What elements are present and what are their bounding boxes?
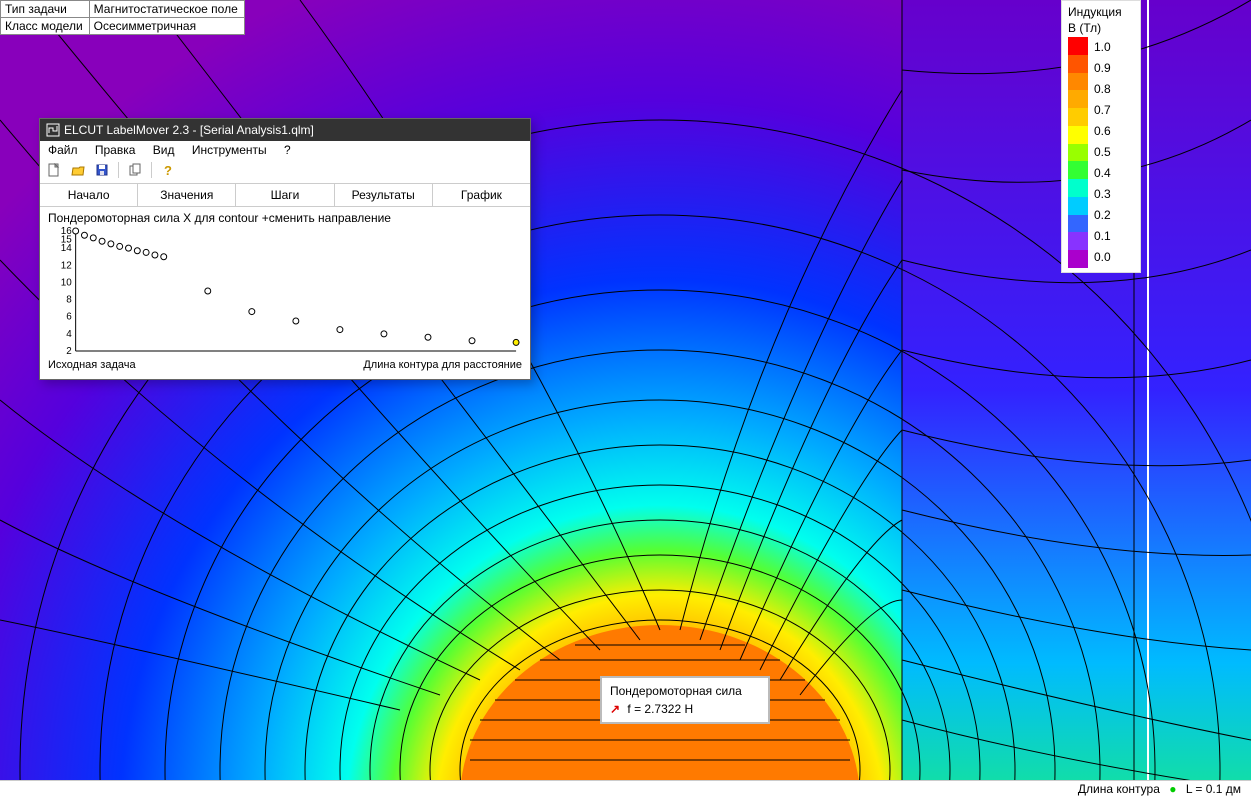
svg-text:12: 12: [61, 260, 72, 271]
help-icon[interactable]: ?: [158, 161, 178, 179]
open-icon[interactable]: [68, 161, 88, 179]
toolbar-separator: [118, 162, 119, 178]
svg-text:14: 14: [61, 243, 72, 254]
info-val-model-class: Осесимметричная: [89, 18, 244, 35]
menu-help[interactable]: ?: [280, 141, 301, 159]
svg-text:2: 2: [66, 346, 72, 357]
status-bar: Длина контура ● L = 0.1 дм: [0, 780, 1251, 798]
legend-ticks: 1.00.90.80.70.60.50.40.30.20.10.0: [1094, 37, 1111, 268]
info-val-task-type: Магнитостатическое поле: [89, 1, 244, 18]
info-key-model-class: Класс модели: [1, 18, 90, 35]
status-label: Длина контура: [1078, 782, 1160, 796]
tab-values[interactable]: Значения: [138, 184, 236, 206]
labelmover-title: ELCUT LabelMover 2.3 - [Serial Analysis1…: [64, 123, 314, 137]
labelmover-toolbar: ?: [40, 159, 530, 183]
svg-text:10: 10: [61, 277, 72, 288]
svg-text:4: 4: [66, 329, 72, 340]
toolbar-separator: [151, 162, 152, 178]
plot-xlabel-left: Исходная задача: [48, 359, 136, 371]
tab-start[interactable]: Начало: [40, 184, 138, 206]
color-legend: Индукция B (Тл) 1.00.90.80.70.60.50.40.3…: [1061, 0, 1141, 273]
legend-color-bar: [1068, 37, 1088, 268]
legend-title-1: Индукция: [1068, 5, 1134, 19]
svg-text:6: 6: [66, 312, 72, 323]
labelmover-body: Пондеромоторная сила X для contour +смен…: [40, 207, 530, 379]
tab-results[interactable]: Результаты: [335, 184, 433, 206]
legend-title-2: B (Тл): [1068, 21, 1134, 35]
plot-title: Пондеромоторная сила X для contour +смен…: [44, 211, 526, 227]
status-value: L = 0.1 дм: [1186, 782, 1241, 796]
menu-tools[interactable]: Инструменты: [188, 141, 277, 159]
info-key-task-type: Тип задачи: [1, 1, 90, 18]
labelmover-tabs[interactable]: Начало Значения Шаги Результаты График: [40, 183, 530, 207]
menu-edit[interactable]: Правка: [91, 141, 146, 159]
app-icon: [46, 123, 60, 137]
plot-xlabel-right: Длина контура для расстояние: [363, 359, 522, 371]
problem-info-table: Тип задачи Магнитостатическое поле Класс…: [0, 0, 245, 35]
force-tooltip: Пондеромоторная сила ↗ f = 2.7322 Н: [600, 676, 770, 724]
labelmover-plot[interactable]: 16151412108642: [48, 227, 522, 357]
save-icon[interactable]: [92, 161, 112, 179]
labelmover-menubar[interactable]: Файл Правка Вид Инструменты ?: [40, 141, 530, 159]
arrow-icon: ↗: [610, 702, 620, 716]
new-icon[interactable]: [44, 161, 64, 179]
force-value: f = 2.7322 Н: [627, 702, 693, 716]
labelmover-titlebar[interactable]: ELCUT LabelMover 2.3 - [Serial Analysis1…: [40, 119, 530, 141]
svg-text:8: 8: [66, 295, 72, 306]
copy-icon[interactable]: [125, 161, 145, 179]
labelmover-window[interactable]: ELCUT LabelMover 2.3 - [Serial Analysis1…: [39, 118, 531, 380]
status-bullet-icon: ●: [1169, 782, 1176, 796]
menu-view[interactable]: Вид: [149, 141, 185, 159]
menu-file[interactable]: Файл: [44, 141, 88, 159]
tab-chart[interactable]: График: [433, 184, 530, 206]
force-title: Пондеромоторная сила: [610, 684, 742, 698]
tab-steps[interactable]: Шаги: [236, 184, 334, 206]
